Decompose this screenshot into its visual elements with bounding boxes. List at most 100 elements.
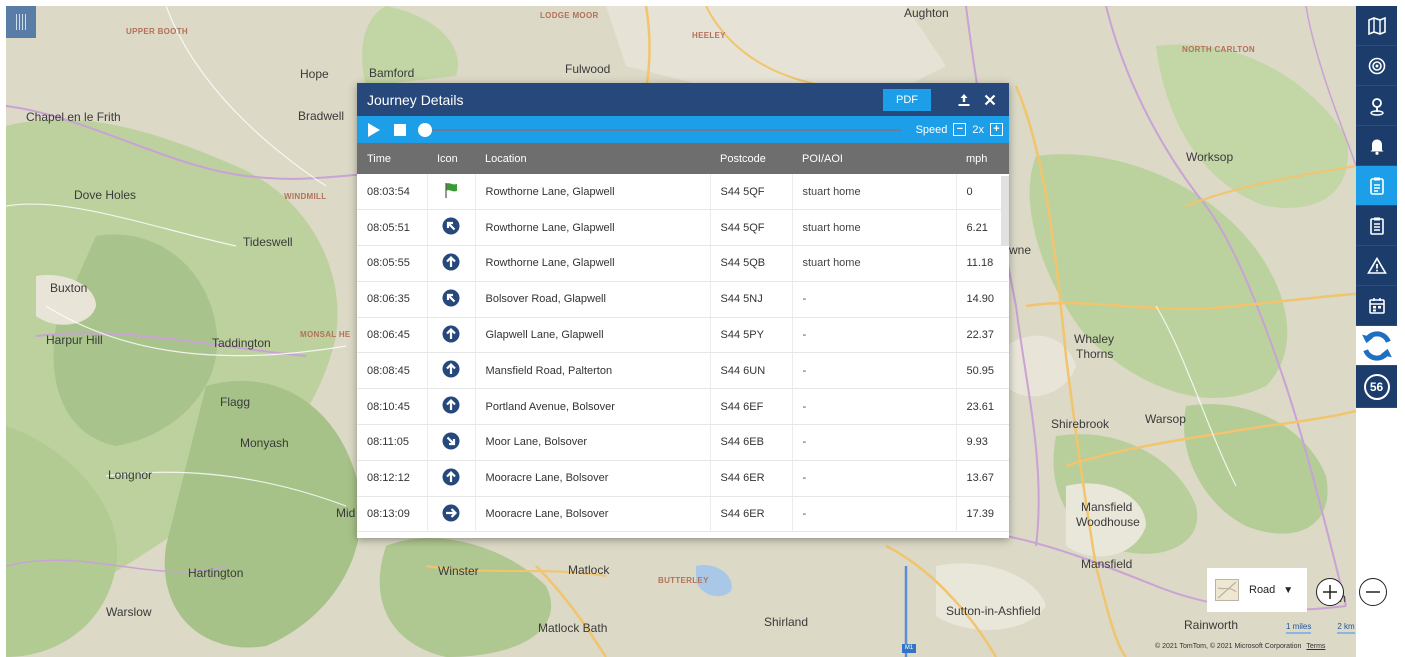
refresh-icon[interactable] xyxy=(1356,326,1397,366)
clipboard-icon[interactable] xyxy=(1356,206,1397,246)
row-postcode: S44 6EF xyxy=(710,388,793,426)
journey-document-icon[interactable] xyxy=(1356,166,1397,206)
right-toolbar: 56 xyxy=(1356,6,1397,657)
map-label: UPPER BOOTH xyxy=(126,27,188,36)
straight-icon xyxy=(442,360,460,381)
stop-icon[interactable] xyxy=(394,123,406,136)
copyright-text: © 2021 TomTom, © 2021 Microsoft Corporat… xyxy=(1155,643,1302,650)
row-time: 08:05:51 xyxy=(357,209,428,247)
column-header-mph[interactable]: mph xyxy=(956,143,1009,174)
row-location: Mooracre Lane, Bolsover xyxy=(475,460,711,497)
row-mph: 14.90 xyxy=(956,281,1009,318)
row-poi: - xyxy=(792,281,957,318)
map-label: Whaley xyxy=(1074,332,1115,346)
table-header-row: Time Icon Location Postcode POI/AOI mph xyxy=(357,143,1009,174)
row-location: Glapwell Lane, Glapwell xyxy=(475,317,711,354)
map-label: Fulwood xyxy=(565,62,611,76)
playback-track xyxy=(422,128,902,131)
row-postcode: S44 5PY xyxy=(710,317,793,354)
map-label: Mid xyxy=(336,506,356,520)
row-mph: 50.95 xyxy=(956,352,1009,390)
column-header-icon[interactable]: Icon xyxy=(427,143,475,174)
motorway-shield: M1 xyxy=(902,644,916,653)
map-label: Matlock Bath xyxy=(538,621,608,635)
export-icon[interactable] xyxy=(955,91,973,109)
row-poi: stuart home xyxy=(792,209,957,247)
column-header-location[interactable]: Location xyxy=(475,143,710,174)
playback-knob[interactable] xyxy=(418,122,432,137)
terms-link[interactable]: Terms xyxy=(1306,643,1325,650)
zoom-out-button[interactable] xyxy=(1359,578,1387,606)
table-row[interactable]: 08:12:12 Mooracre Lane, Bolsover S44 6ER -1… xyxy=(357,460,1009,497)
playback-bar: Speed − 2x + xyxy=(357,116,1009,143)
speed-increase-button[interactable]: + xyxy=(990,123,1003,136)
table-row[interactable]: 08:06:45 Glapwell Lane, Glapwell S44 5PY -2… xyxy=(357,317,1009,354)
table-row[interactable]: 08:10:45 Portland Avenue, Bolsover S44 6EF… xyxy=(357,388,1009,426)
straight-icon xyxy=(442,396,460,417)
table-row[interactable]: 08:03:54 Rowthorne Lane, Glapwell S44 5QF s… xyxy=(357,174,1009,211)
map-label: Warsop xyxy=(1145,412,1186,426)
map-label: Aughton xyxy=(904,6,949,20)
location-pin-icon[interactable] xyxy=(1356,86,1397,126)
map-label: Sutton-in-Ashfield xyxy=(946,604,1041,618)
map-label: Thorns xyxy=(1076,347,1114,361)
panel-title: Journey Details xyxy=(367,91,464,108)
zoom-in-button[interactable] xyxy=(1316,578,1344,606)
table-row[interactable]: 08:05:55 Rowthorne Lane, Glapwell S44 5QB s… xyxy=(357,245,1009,282)
row-mph: 17.39 xyxy=(956,496,1009,533)
map-label: LODGE MOOR xyxy=(540,11,599,20)
table-row[interactable]: 08:11:05 Moor Lane, Bolsover S44 6EB -9.93 xyxy=(357,424,1009,461)
pdf-button[interactable]: PDF xyxy=(883,88,931,111)
table-row[interactable]: 08:05:51 Rowthorne Lane, Glapwell S44 5QF s… xyxy=(357,209,1009,247)
speed-decrease-button[interactable]: − xyxy=(953,123,967,136)
menu-drawer-handle[interactable] xyxy=(6,6,36,38)
calendar-icon[interactable] xyxy=(1356,286,1397,326)
row-poi: - xyxy=(792,352,957,390)
map-label: Bradwell xyxy=(298,109,345,123)
map-type-selector[interactable]: Road ▼ xyxy=(1207,568,1307,612)
row-icon xyxy=(427,174,476,211)
column-header-postcode[interactable]: Postcode xyxy=(710,143,792,174)
bell-icon[interactable] xyxy=(1356,126,1397,166)
row-time: 08:08:45 xyxy=(357,352,428,390)
table-row[interactable]: 08:06:35 Bolsover Road, Glapwell S44 5NJ -1… xyxy=(357,281,1009,318)
row-icon xyxy=(427,209,476,247)
map-label: Taddington xyxy=(212,336,271,350)
table-scrollbar[interactable] xyxy=(1001,176,1009,246)
map-label: Flagg xyxy=(220,395,251,409)
row-location: Mansfield Road, Palterton xyxy=(475,352,711,390)
row-postcode: S44 5NJ xyxy=(710,281,793,318)
row-location: Moor Lane, Bolsover xyxy=(475,424,711,461)
map-label: MONSAL HE xyxy=(300,330,351,339)
journey-details-panel: Journey Details PDF Speed − 2x + Time Ic… xyxy=(357,83,1009,538)
map-label: Hartington xyxy=(188,566,244,580)
row-time: 08:06:45 xyxy=(357,317,428,354)
playback-slider[interactable] xyxy=(418,122,902,138)
row-location: Rowthorne Lane, Glapwell xyxy=(475,209,711,247)
map-icon[interactable] xyxy=(1356,6,1397,46)
map-scale: 1 miles 2 km xyxy=(1286,622,1381,634)
target-icon[interactable] xyxy=(1356,46,1397,86)
column-header-time[interactable]: Time xyxy=(357,143,427,174)
row-icon xyxy=(427,496,476,533)
map-label: Tideswell xyxy=(243,235,293,249)
row-poi: stuart home xyxy=(792,174,957,211)
row-mph: 9.93 xyxy=(956,424,1009,461)
row-icon xyxy=(427,352,476,390)
row-poi: - xyxy=(792,317,957,354)
panel-header: Journey Details PDF xyxy=(357,83,1009,116)
play-icon[interactable] xyxy=(366,122,382,138)
map-copyright: © 2021 TomTom, © 2021 Microsoft Corporat… xyxy=(1155,643,1325,650)
notification-badge[interactable]: 56 xyxy=(1356,366,1397,408)
row-time: 08:13:09 xyxy=(357,496,428,533)
row-time: 08:12:12 xyxy=(357,460,428,497)
table-row[interactable]: 08:13:09 Mooracre Lane, Bolsover S44 6ER -1… xyxy=(357,496,1009,533)
map-label: Mansfield xyxy=(1081,500,1133,514)
warning-icon[interactable] xyxy=(1356,246,1397,286)
row-location: Mooracre Lane, Bolsover xyxy=(475,496,711,533)
row-postcode: S44 6UN xyxy=(710,352,793,390)
table-row[interactable]: 08:08:45 Mansfield Road, Palterton S44 6UN… xyxy=(357,352,1009,390)
map-label: Hope xyxy=(300,67,329,81)
column-header-poi[interactable]: POI/AOI xyxy=(792,143,956,174)
close-icon[interactable] xyxy=(981,91,999,109)
